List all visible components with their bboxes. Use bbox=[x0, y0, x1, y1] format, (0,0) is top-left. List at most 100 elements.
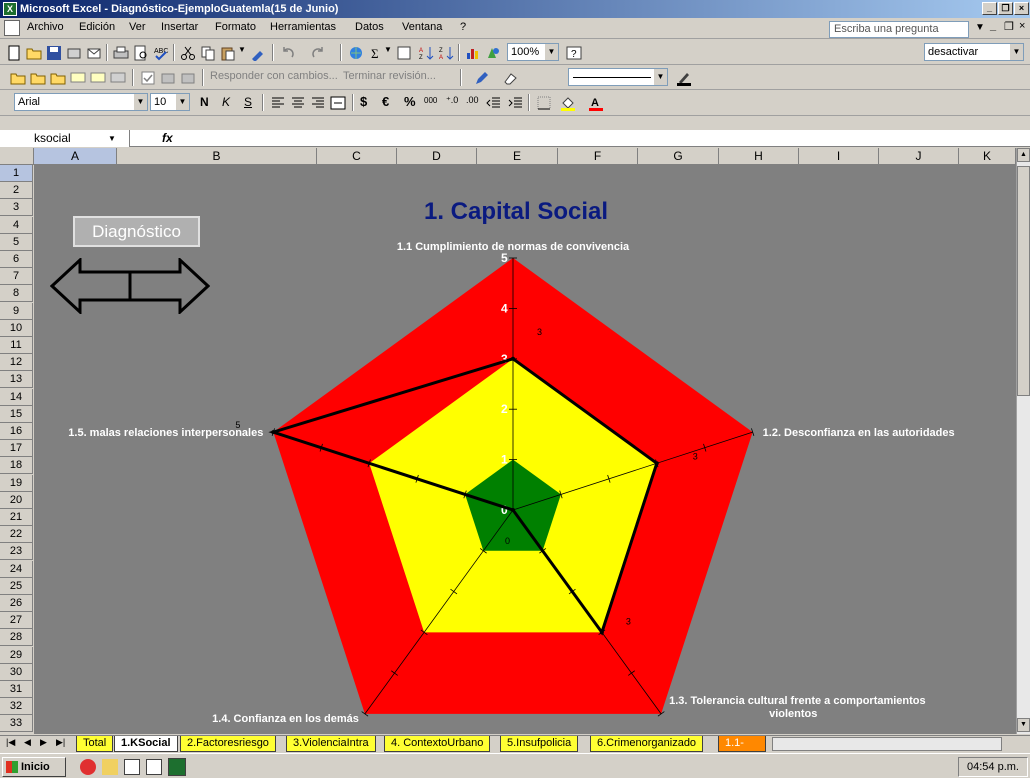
column-header-b[interactable]: B bbox=[117, 148, 317, 165]
underline-button[interactable]: S bbox=[244, 95, 252, 109]
row-header-32[interactable]: 32 bbox=[0, 698, 33, 716]
print-icon[interactable] bbox=[113, 45, 129, 61]
doc-restore-icon[interactable]: ❐ bbox=[1004, 20, 1014, 33]
menu-insertar[interactable]: Insertar bbox=[161, 21, 198, 33]
insert-function-icon[interactable]: fx bbox=[162, 131, 173, 145]
menu-formato[interactable]: Formato bbox=[215, 21, 256, 33]
font-name-select[interactable]: Arial ▼ bbox=[14, 93, 148, 111]
drawing-icon[interactable] bbox=[485, 45, 501, 61]
close-button[interactable]: × bbox=[1014, 2, 1029, 15]
scroll-down-icon[interactable]: ▼ bbox=[1017, 718, 1030, 732]
column-header-c[interactable]: C bbox=[317, 148, 397, 165]
row-header-14[interactable]: 14 bbox=[0, 388, 33, 406]
pencil-icon[interactable] bbox=[474, 70, 490, 86]
doc-minimize-icon[interactable]: _ bbox=[990, 20, 996, 32]
sheet-tab-ksocial[interactable]: 1.KSocial bbox=[114, 736, 178, 752]
font-color-icon[interactable]: A bbox=[588, 95, 604, 111]
align-left-icon[interactable] bbox=[270, 95, 286, 111]
row-header-28[interactable]: 28 bbox=[0, 629, 33, 647]
cut-icon[interactable] bbox=[180, 45, 196, 61]
row-header-8[interactable]: 8 bbox=[0, 285, 33, 303]
doc-close-icon[interactable]: × bbox=[1019, 20, 1025, 32]
line-style-select[interactable]: ▼ bbox=[568, 68, 668, 86]
excel-icon[interactable]: X bbox=[3, 2, 17, 16]
review-mode-dropdown-icon[interactable]: ▼ bbox=[1010, 44, 1023, 60]
row-header-26[interactable]: 26 bbox=[0, 595, 33, 612]
row-header-16[interactable]: 16 bbox=[0, 423, 33, 440]
font-name-dropdown-icon[interactable]: ▼ bbox=[134, 94, 147, 110]
quicklaunch-folder-icon[interactable] bbox=[102, 759, 118, 775]
column-header-i[interactable]: I bbox=[799, 148, 879, 165]
row-header-15[interactable]: 15 bbox=[0, 405, 33, 423]
row-header-3[interactable]: 3 bbox=[0, 199, 33, 217]
column-header-k[interactable]: K bbox=[959, 148, 1016, 165]
next-sheet-icon[interactable]: ▶ bbox=[40, 737, 47, 748]
border-color-icon[interactable] bbox=[676, 70, 692, 86]
zoom-dropdown-icon[interactable]: ▼ bbox=[545, 44, 558, 60]
row-header-22[interactable]: 22 bbox=[0, 526, 33, 544]
folder-review-icon[interactable] bbox=[10, 70, 26, 86]
row-header-31[interactable]: 31 bbox=[0, 681, 33, 698]
increase-decimal-icon[interactable]: ⁺.0 bbox=[446, 95, 458, 106]
redo-icon[interactable] bbox=[310, 45, 326, 61]
row-header-25[interactable]: 25 bbox=[0, 577, 33, 595]
line-style-dropdown-icon[interactable]: ▼ bbox=[654, 69, 667, 85]
formula-bar[interactable] bbox=[0, 130, 1030, 147]
respond-changes-button[interactable]: Responder con cambios... bbox=[210, 70, 338, 82]
column-header-j[interactable]: J bbox=[879, 148, 959, 165]
row-header-10[interactable]: 10 bbox=[0, 319, 33, 337]
function-wizard-icon[interactable] bbox=[396, 45, 412, 61]
share-icon[interactable] bbox=[180, 70, 196, 86]
sheet-tab-cumpl[interactable]: 1.1-cumpl bbox=[718, 736, 766, 752]
sheet-tab-factoresriesgo[interactable]: 2.Factoresriesgo bbox=[180, 736, 276, 752]
font-size-select[interactable]: 10 ▼ bbox=[150, 93, 190, 111]
fill-color-icon[interactable] bbox=[560, 95, 576, 111]
workbook-icon[interactable] bbox=[4, 20, 20, 36]
row-header-21[interactable]: 21 bbox=[0, 509, 33, 526]
hyperlink-icon[interactable] bbox=[348, 45, 364, 61]
comma-style-icon[interactable]: 000 bbox=[424, 96, 437, 105]
save-icon[interactable] bbox=[46, 45, 62, 61]
menu-help[interactable]: ? bbox=[460, 21, 466, 33]
column-header-e[interactable]: E bbox=[477, 148, 558, 165]
column-header-f[interactable]: F bbox=[558, 148, 638, 165]
double-arrow-shape[interactable] bbox=[50, 258, 210, 314]
sheet-tab-total[interactable]: Total bbox=[76, 736, 114, 752]
scroll-up-icon[interactable]: ▲ bbox=[1017, 148, 1030, 162]
select-all-corner[interactable] bbox=[0, 148, 34, 165]
increase-indent-icon[interactable] bbox=[508, 95, 524, 111]
menu-ver[interactable]: Ver bbox=[129, 21, 146, 33]
currency-icon[interactable]: $ bbox=[360, 94, 367, 109]
permission-icon[interactable] bbox=[66, 45, 82, 61]
scroll-thumb[interactable] bbox=[1017, 166, 1030, 396]
sheet-tab-contextourbano[interactable]: 4. ContextoUrbano bbox=[384, 736, 491, 752]
start-button[interactable]: Inicio bbox=[2, 757, 66, 777]
row-header-29[interactable]: 29 bbox=[0, 646, 33, 664]
chart-wizard-icon[interactable] bbox=[465, 45, 481, 61]
print-preview-icon[interactable] bbox=[133, 45, 149, 61]
row-header-27[interactable]: 27 bbox=[0, 612, 33, 630]
folder-review-icon-3[interactable] bbox=[50, 70, 66, 86]
decrease-decimal-icon[interactable]: .00 bbox=[466, 95, 479, 105]
delete-comment-icon[interactable] bbox=[110, 70, 126, 86]
format-painter-icon[interactable] bbox=[250, 45, 266, 61]
review-mode-select[interactable]: desactivar ▼ bbox=[924, 43, 1024, 61]
row-header-23[interactable]: 23 bbox=[0, 543, 33, 561]
menu-edicion[interactable]: Edición bbox=[79, 21, 115, 33]
email-icon[interactable] bbox=[86, 45, 102, 61]
end-review-button[interactable]: Terminar revisión... bbox=[343, 70, 436, 82]
protect-icon[interactable] bbox=[160, 70, 176, 86]
first-sheet-icon[interactable]: |◀ bbox=[6, 737, 15, 748]
merge-center-icon[interactable] bbox=[330, 95, 346, 111]
quicklaunch-icon-4[interactable] bbox=[146, 759, 162, 775]
row-header-12[interactable]: 12 bbox=[0, 354, 33, 372]
spelling-icon[interactable]: ABC bbox=[153, 45, 169, 61]
row-header-24[interactable]: 24 bbox=[0, 560, 33, 578]
help-dropdown-icon[interactable]: ▼ bbox=[975, 22, 985, 33]
radar-chart[interactable]: 012345333051.1 Cumplimiento de normas de… bbox=[34, 165, 1016, 734]
menu-herramientas[interactable]: Herramientas bbox=[270, 21, 336, 33]
column-header-d[interactable]: D bbox=[397, 148, 477, 165]
undo-icon[interactable] bbox=[280, 45, 296, 61]
vertical-scrollbar[interactable]: ▲ ▼ bbox=[1016, 148, 1030, 734]
paste-icon[interactable] bbox=[220, 45, 236, 61]
